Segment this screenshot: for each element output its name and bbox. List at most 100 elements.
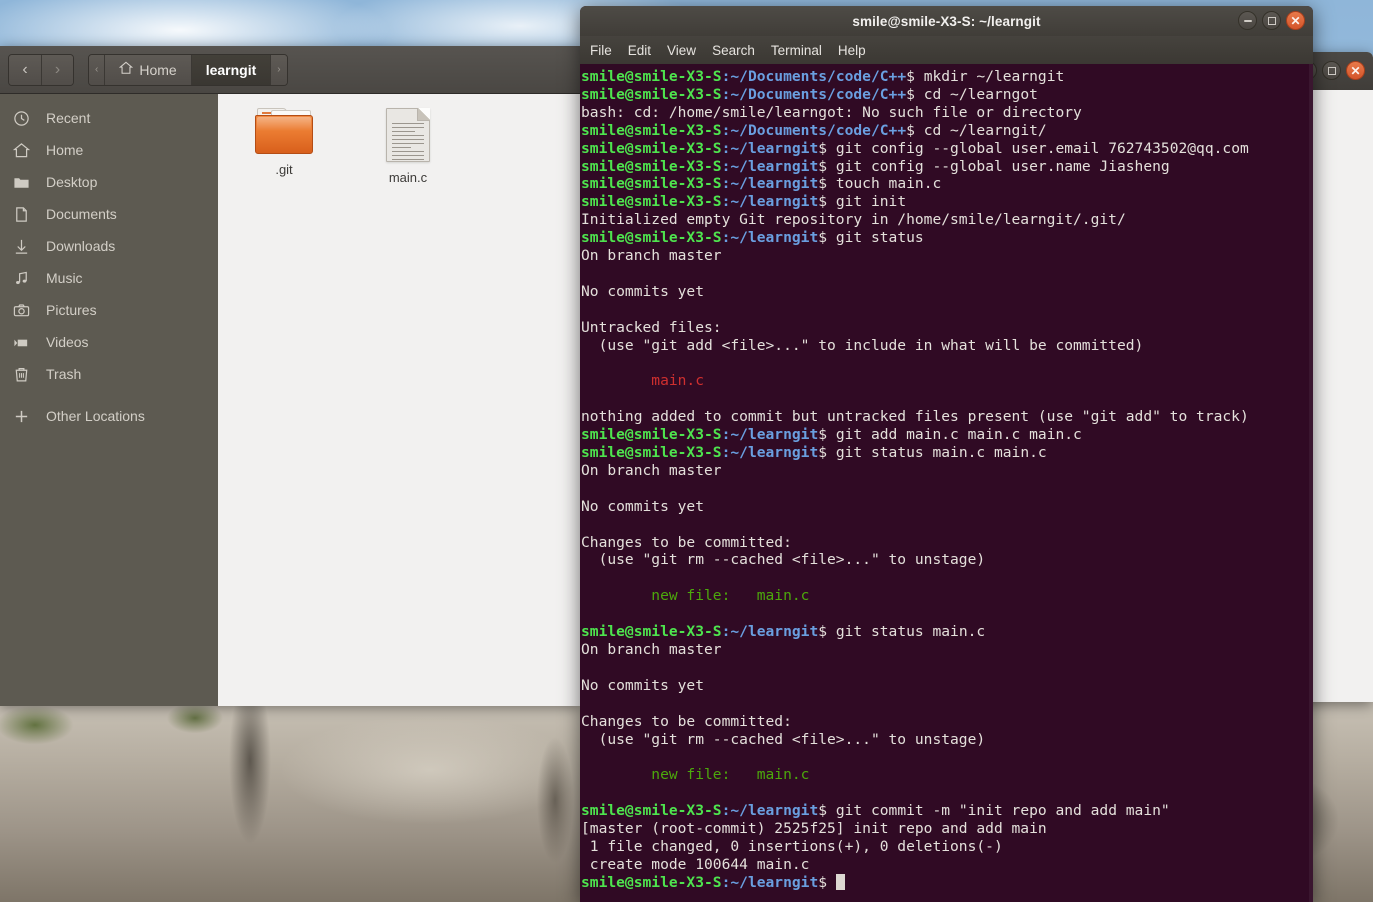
breadcrumb-label: learngit: [205, 61, 257, 78]
file-icon-grid: .git main.c: [236, 108, 580, 185]
sidebar-item-trash[interactable]: Trash: [0, 358, 218, 390]
terminal-line: No commits yet: [581, 497, 705, 515]
file-item-git-folder[interactable]: .git: [236, 108, 332, 185]
file-manager-body: Recent Home Desktop Documents Downloads …: [0, 94, 580, 706]
sidebar-item-recent[interactable]: Recent: [0, 102, 218, 134]
back-button[interactable]: ‹: [9, 54, 41, 85]
navigation-buttons[interactable]: ‹ ›: [8, 53, 74, 86]
terminal-line: new file: main.c: [581, 587, 810, 605]
document-icon: [386, 108, 430, 162]
document-icon: [10, 206, 32, 223]
terminal-title-text: smile@smile-X3-S: ~/learngit: [852, 13, 1041, 29]
terminal-window[interactable]: smile@smile-X3-S: ~/learngit ✕ File Edit…: [580, 6, 1313, 902]
menu-item-file[interactable]: File: [590, 43, 612, 58]
terminal-line: bash: cd: /home/smile/learngot: No such …: [581, 103, 1082, 121]
file-manager-content[interactable]: .git main.c: [218, 94, 580, 706]
terminal-line: new file: main.c: [581, 766, 810, 784]
music-note-icon: [10, 270, 32, 287]
sidebar-item-label: Home: [46, 142, 84, 158]
breadcrumb-item-learngit[interactable]: learngit: [191, 54, 272, 85]
terminal-line: smile@smile-X3-S:~/learngit$ git status …: [581, 444, 1047, 462]
terminal-output[interactable]: smile@smile-X3-S:~/Documents/code/C++$ m…: [580, 64, 1313, 902]
terminal-line: smile@smile-X3-S:~/learngit$: [580, 873, 1313, 892]
menu-item-view[interactable]: View: [667, 43, 696, 58]
maximize-button[interactable]: [1322, 61, 1341, 80]
terminal-titlebar[interactable]: smile@smile-X3-S: ~/learngit ✕: [580, 6, 1313, 36]
breadcrumb-scroll-right[interactable]: ›: [271, 54, 287, 85]
trash-icon: [10, 366, 32, 383]
terminal-line: No commits yet: [581, 676, 705, 694]
file-item-label: main.c: [388, 170, 428, 185]
sidebar-item-label: Pictures: [46, 302, 97, 318]
sidebar-item-label: Recent: [46, 110, 91, 126]
terminal-line: smile@smile-X3-S:~/learngit$ git init: [581, 193, 907, 211]
sidebar-item-desktop[interactable]: Desktop: [0, 166, 218, 198]
terminal-line: smile@smile-X3-S:~/learngit$ git commit …: [581, 802, 1170, 820]
file-item-label: .git: [275, 162, 293, 177]
sidebar-item-label: Desktop: [46, 174, 98, 190]
terminal-line: smile@smile-X3-S:~/learngit$ git add mai…: [581, 426, 1082, 444]
close-button[interactable]: ✕: [1286, 11, 1305, 30]
terminal-window-controls[interactable]: ✕: [1238, 11, 1305, 30]
file-manager-window[interactable]: ‹ › ‹ Home learngit › Recent Home Deskto…: [0, 46, 580, 706]
breadcrumb-scroll-left[interactable]: ‹: [89, 54, 106, 85]
terminal-line: (use "git rm --cached <file>..." to unst…: [581, 551, 986, 569]
maximize-button[interactable]: [1262, 11, 1281, 30]
sidebar-item-label: Videos: [46, 334, 89, 350]
terminal-line: smile@smile-X3-S:~/Documents/code/C++$ m…: [581, 68, 1065, 85]
terminal-menubar[interactable]: File Edit View Search Terminal Help: [580, 36, 1313, 64]
menu-item-help[interactable]: Help: [838, 43, 866, 58]
sidebar-item-pictures[interactable]: Pictures: [0, 294, 218, 326]
sidebar-item-label: Downloads: [46, 238, 116, 254]
breadcrumb[interactable]: ‹ Home learngit ›: [88, 53, 288, 86]
sidebar-item-label: Trash: [46, 366, 82, 382]
sidebar-item-documents[interactable]: Documents: [0, 198, 218, 230]
forward-button[interactable]: ›: [41, 54, 73, 85]
plus-icon: [10, 408, 32, 425]
folder-icon: [10, 174, 32, 191]
terminal-line: Changes to be committed:: [581, 712, 792, 730]
download-icon: [10, 238, 32, 255]
terminal-line: smile@smile-X3-S:~/Documents/code/C++$ c…: [581, 85, 1038, 103]
close-button[interactable]: ✕: [1346, 61, 1365, 80]
sidebar-separator: [0, 390, 218, 400]
clock-icon: [10, 110, 32, 127]
sidebar-item-other-locations[interactable]: Other Locations: [0, 400, 218, 432]
video-icon: [10, 334, 32, 351]
terminal-scrollbar[interactable]: [1309, 64, 1313, 902]
folder-icon: [255, 108, 313, 154]
terminal-line: Changes to be committed:: [581, 533, 792, 551]
terminal-line: smile@smile-X3-S:~/learngit$ git config …: [581, 139, 1249, 157]
sidebar-item-downloads[interactable]: Downloads: [0, 230, 218, 262]
terminal-line: On branch master: [581, 247, 722, 265]
terminal-line: Untracked files:: [581, 318, 722, 336]
home-icon: [10, 142, 32, 159]
menu-item-edit[interactable]: Edit: [628, 43, 651, 58]
breadcrumb-label: Home: [139, 61, 177, 78]
sidebar-item-videos[interactable]: Videos: [0, 326, 218, 358]
file-item-main-c[interactable]: main.c: [360, 108, 456, 185]
sidebar-item-home[interactable]: Home: [0, 134, 218, 166]
file-manager-sidebar[interactable]: Recent Home Desktop Documents Downloads …: [0, 94, 218, 706]
sidebar-item-label: Music: [46, 270, 83, 286]
menu-item-search[interactable]: Search: [712, 43, 755, 58]
minimize-button[interactable]: [1238, 11, 1257, 30]
terminal-line: [master (root-commit) 2525f25] init repo…: [581, 820, 1047, 838]
terminal-line: smile@smile-X3-S:~/learngit$ git status …: [581, 623, 986, 641]
terminal-line: smile@smile-X3-S:~/learngit$ touch main.…: [581, 175, 942, 193]
terminal-line: main.c: [581, 372, 705, 390]
terminal-line: On branch master: [581, 461, 722, 479]
sidebar-item-music[interactable]: Music: [0, 262, 218, 294]
breadcrumb-item-home[interactable]: Home: [105, 54, 192, 85]
terminal-line: smile@smile-X3-S:~/learngit$ git status: [581, 229, 924, 247]
menu-item-terminal[interactable]: Terminal: [771, 43, 822, 58]
